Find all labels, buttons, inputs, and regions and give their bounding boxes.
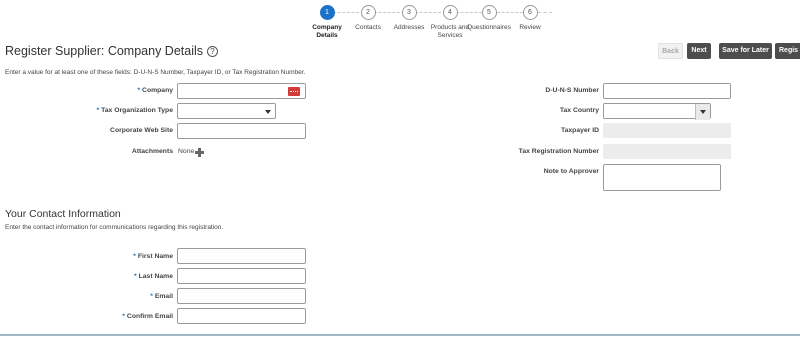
train-stop-review[interactable]: 6 Review <box>504 5 556 32</box>
step-number: 6 <box>522 5 538 20</box>
confirm-email-label: * Confirm Email <box>122 313 173 320</box>
train-navigation: 1 Company Details 2 Contacts 3 Addresses… <box>306 5 552 45</box>
email-input[interactable] <box>177 288 306 304</box>
duns-label: D-U-N-S Number <box>545 87 599 94</box>
chevron-down-icon[interactable] <box>695 104 710 120</box>
required-mark: * <box>150 293 153 300</box>
note-to-approver-label: Note to Approver <box>543 168 599 175</box>
save-for-later-button[interactable]: Save for Later <box>719 43 772 59</box>
first-name-label: * First Name <box>133 253 173 260</box>
help-icon[interactable]: ? <box>207 46 219 57</box>
next-button[interactable]: Next <box>687 43 711 59</box>
step-number: 3 <box>401 5 417 20</box>
chevron-down-icon <box>265 110 271 114</box>
duns-input[interactable] <box>603 83 731 99</box>
tax-country-select[interactable] <box>603 103 711 120</box>
tax-registration-field <box>603 144 731 159</box>
company-label: * Company <box>137 87 173 94</box>
website-label: Corporate Web Site <box>110 127 173 134</box>
page-bottom-divider <box>0 334 800 336</box>
company-input[interactable] <box>177 83 306 99</box>
first-name-input[interactable] <box>177 248 306 264</box>
confirm-email-input[interactable] <box>177 308 306 324</box>
back-button[interactable]: Back <box>658 43 683 59</box>
contact-instruction: Enter the contact information for commun… <box>5 224 224 231</box>
step-number: 5 <box>481 5 497 20</box>
required-mark: * <box>122 313 125 320</box>
required-mark: * <box>133 273 137 280</box>
register-button[interactable]: Regis <box>775 43 800 59</box>
taxpayer-id-field <box>603 123 731 138</box>
required-mark: * <box>133 253 136 260</box>
required-mark: * <box>96 107 100 114</box>
email-label: * Email <box>150 293 173 300</box>
taxpayer-id-label: Taxpayer ID <box>560 127 599 134</box>
step-label: Review <box>519 24 541 31</box>
page-title: Register Supplier: Company Details? <box>5 44 219 58</box>
required-mark: * <box>137 87 141 94</box>
contact-section-title: Your Contact Information <box>5 208 121 220</box>
attachments-label: Attachments <box>131 148 173 155</box>
tax-org-type-label: * Tax Organization Type <box>96 107 173 114</box>
add-attachment-icon[interactable] <box>195 148 204 157</box>
step-number: 2 <box>360 5 376 20</box>
tax-org-type-select[interactable] <box>177 103 276 119</box>
last-name-label: * Last Name <box>133 273 173 280</box>
last-name-input[interactable] <box>177 268 306 284</box>
autocomplete-icon[interactable] <box>288 87 300 96</box>
note-to-approver-textarea[interactable] <box>603 164 721 191</box>
website-input[interactable] <box>177 123 306 139</box>
step-number: 4 <box>442 5 458 20</box>
step-number: 1 <box>319 5 335 20</box>
page-title-text: Register Supplier: Company Details <box>5 44 204 58</box>
attachments-value: None <box>178 148 195 155</box>
company-instruction: Enter a value for at least one of these … <box>5 69 306 76</box>
tax-registration-label: Tax Registration Number <box>518 148 599 155</box>
tax-country-label: Tax Country <box>559 107 599 114</box>
